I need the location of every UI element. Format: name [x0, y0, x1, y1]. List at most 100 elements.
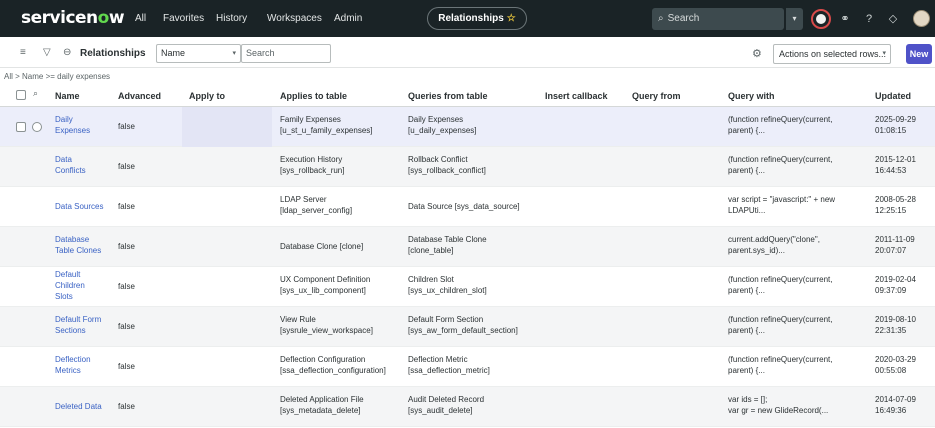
name-line-2: Sections	[55, 326, 86, 335]
cell-name[interactable]: Data Conflicts	[55, 154, 86, 176]
new-button[interactable]: New	[906, 44, 932, 64]
updated-time: 22:31:35	[875, 326, 907, 335]
cell-applies-to-table: Database Clone [clone]	[280, 242, 364, 251]
name-line-1: Data	[55, 155, 72, 164]
actions-select[interactable]: Actions on selected rows... ▾	[773, 44, 891, 64]
cell-name[interactable]: Daily Expenses	[55, 114, 90, 136]
table-row[interactable]: Default Form Sections false View Rule [sys…	[0, 307, 935, 347]
cell-query-with: (function refineQuery(current, parent) {.…	[728, 154, 833, 176]
nav-all[interactable]: All	[135, 13, 146, 24]
column-header-query-with[interactable]: Query with	[728, 91, 775, 101]
with-line-2: parent) {...	[728, 126, 765, 135]
gear-icon[interactable]: ⚙	[752, 47, 762, 60]
cell-applies-to-table: View Rule [sysrule_view_workspace]	[280, 314, 373, 336]
name-line-1: Daily	[55, 115, 73, 124]
table-row[interactable]: Data Conflicts false Execution History [sy…	[0, 147, 935, 187]
row-info-icon[interactable]	[32, 122, 42, 132]
logo-text-start: servicen	[21, 8, 98, 28]
column-header-apply-to[interactable]: Apply to	[189, 91, 225, 101]
logo-text-o: o	[97, 8, 110, 28]
nav-workspaces[interactable]: Workspaces	[267, 13, 322, 24]
search-scope-dropdown[interactable]: ▾	[786, 8, 803, 30]
queries-line-1: Rollback Conflict	[408, 155, 468, 164]
cell-query-with: (function refineQuery(current, parent) {.…	[728, 354, 833, 376]
cell-query-with: current.addQuery("clone", parent.sys_id).…	[728, 234, 820, 256]
table-row[interactable]: Daily Expenses false Family Expenses [u_st…	[0, 107, 935, 147]
link-icon[interactable]: ⊖	[63, 47, 71, 58]
table-row[interactable]: Deleted Data false Deleted Application F…	[0, 387, 935, 427]
list-search-input[interactable]: Search	[241, 44, 331, 63]
queries-line-1: Deflection Metric	[408, 355, 468, 364]
help-icon[interactable]: ?	[862, 12, 876, 26]
column-header-query-from[interactable]: Query from	[632, 91, 681, 101]
cell-query-with: var script = "javascript:" + new LDAPUti.…	[728, 194, 835, 216]
table-row[interactable]: Default Children Slots false UX Component …	[0, 267, 935, 307]
search-icon: ⌕	[658, 13, 664, 24]
cell-advanced: false	[118, 242, 135, 251]
search-field-select[interactable]: Name ▾	[156, 44, 241, 63]
user-avatar[interactable]	[913, 10, 930, 27]
column-header-queries-from-table[interactable]: Queries from table	[408, 91, 488, 101]
cell-name[interactable]: Database Table Clones	[55, 234, 101, 256]
queries-line-2: [clone_table]	[408, 246, 454, 255]
with-line-1: current.addQuery("clone",	[728, 235, 820, 244]
column-header-name[interactable]: Name	[55, 91, 80, 101]
sparkle-icon[interactable]: ⚭	[838, 12, 852, 26]
table-row[interactable]: Database Table Clones false Database Clon…	[0, 227, 935, 267]
cell-queries-from-table: Default Form Section [sys_aw_form_default…	[408, 314, 518, 336]
name-line-2: Metrics	[55, 366, 81, 375]
cell-advanced: false	[118, 322, 135, 331]
menu-icon[interactable]: ≡	[20, 47, 26, 58]
updated-date: 2011-11-09	[875, 235, 915, 244]
filter-icon[interactable]: ▽	[43, 47, 51, 58]
column-search-icon[interactable]: ⌕	[33, 88, 38, 99]
applies-line-1: UX Component Definition	[280, 275, 371, 284]
updated-time: 09:37:09	[875, 286, 907, 295]
cell-updated: 2019-02-04 09:37:09	[875, 274, 916, 296]
applies-line-2: [sys_ux_lib_component]	[280, 286, 366, 295]
scope-globe-icon[interactable]	[811, 9, 831, 29]
cell-name[interactable]: Default Form Sections	[55, 314, 101, 336]
cell-name[interactable]: Data Sources	[55, 201, 103, 212]
cell-applies-to-table: Deleted Application File [sys_metadata_de…	[280, 394, 364, 416]
queries-line-2: [sys_ux_children_slot]	[408, 286, 487, 295]
updated-date: 2020-03-29	[875, 355, 916, 364]
queries-line-1: Default Form Section	[408, 315, 484, 324]
queries-line-1: Database Table Clone	[408, 235, 487, 244]
nav-history[interactable]: History	[216, 13, 247, 24]
cell-updated: 2014-07-09 16:49:36	[875, 394, 916, 416]
cell-updated: 2025-09-29 01:08:15	[875, 114, 916, 136]
column-header-updated[interactable]: Updated	[875, 91, 911, 101]
nav-favorites[interactable]: Favorites	[163, 13, 204, 24]
column-header-insert-callback[interactable]: Insert callback	[545, 91, 608, 101]
servicenow-logo[interactable]: servicenow	[21, 8, 125, 28]
cell-name[interactable]: Deflection Metrics	[55, 354, 91, 376]
chevron-down-icon: ▾	[232, 50, 236, 57]
queries-line-1: Audit Deleted Record	[408, 395, 485, 404]
cell-advanced: false	[118, 202, 135, 211]
applies-line-2: [sysrule_view_workspace]	[280, 326, 373, 335]
table-row[interactable]: Data Sources false LDAP Server [ldap_serv…	[0, 187, 935, 227]
notification-bell-icon[interactable]: ◇	[886, 12, 900, 26]
applies-line-2: [ldap_server_config]	[280, 206, 353, 215]
name-line-2: Conflicts	[55, 166, 86, 175]
cell-name[interactable]: Default Children Slots	[55, 269, 85, 302]
context-pill[interactable]: Relationships ☆	[427, 7, 527, 30]
column-header-applies-to-table[interactable]: Applies to table	[280, 91, 347, 101]
select-all-checkbox[interactable]	[16, 90, 26, 100]
star-icon[interactable]: ☆	[507, 13, 516, 24]
column-header-advanced[interactable]: Advanced	[118, 91, 161, 101]
table-row[interactable]: Deflection Metrics false Deflection Confi…	[0, 347, 935, 387]
breadcrumb[interactable]: All > Name >= daily expenses	[4, 72, 110, 81]
queries-line-2: [sys_aw_form_default_section]	[408, 326, 518, 335]
applies-line-1: Family Expenses	[280, 115, 341, 124]
with-line-2: parent) {...	[728, 166, 765, 175]
cell-name[interactable]: Deleted Data	[55, 401, 102, 412]
nav-admin[interactable]: Admin	[334, 13, 362, 24]
global-search-input[interactable]: ⌕ Search	[652, 8, 784, 30]
cell-query-with: var ids = []; var gr = new GlideRecord(..…	[728, 394, 828, 416]
cell-queries-from-table: Data Source [sys_data_source]	[408, 202, 520, 211]
updated-time: 01:08:15	[875, 126, 907, 135]
row-checkbox[interactable]	[16, 122, 26, 132]
with-line-2: parent) {...	[728, 286, 765, 295]
